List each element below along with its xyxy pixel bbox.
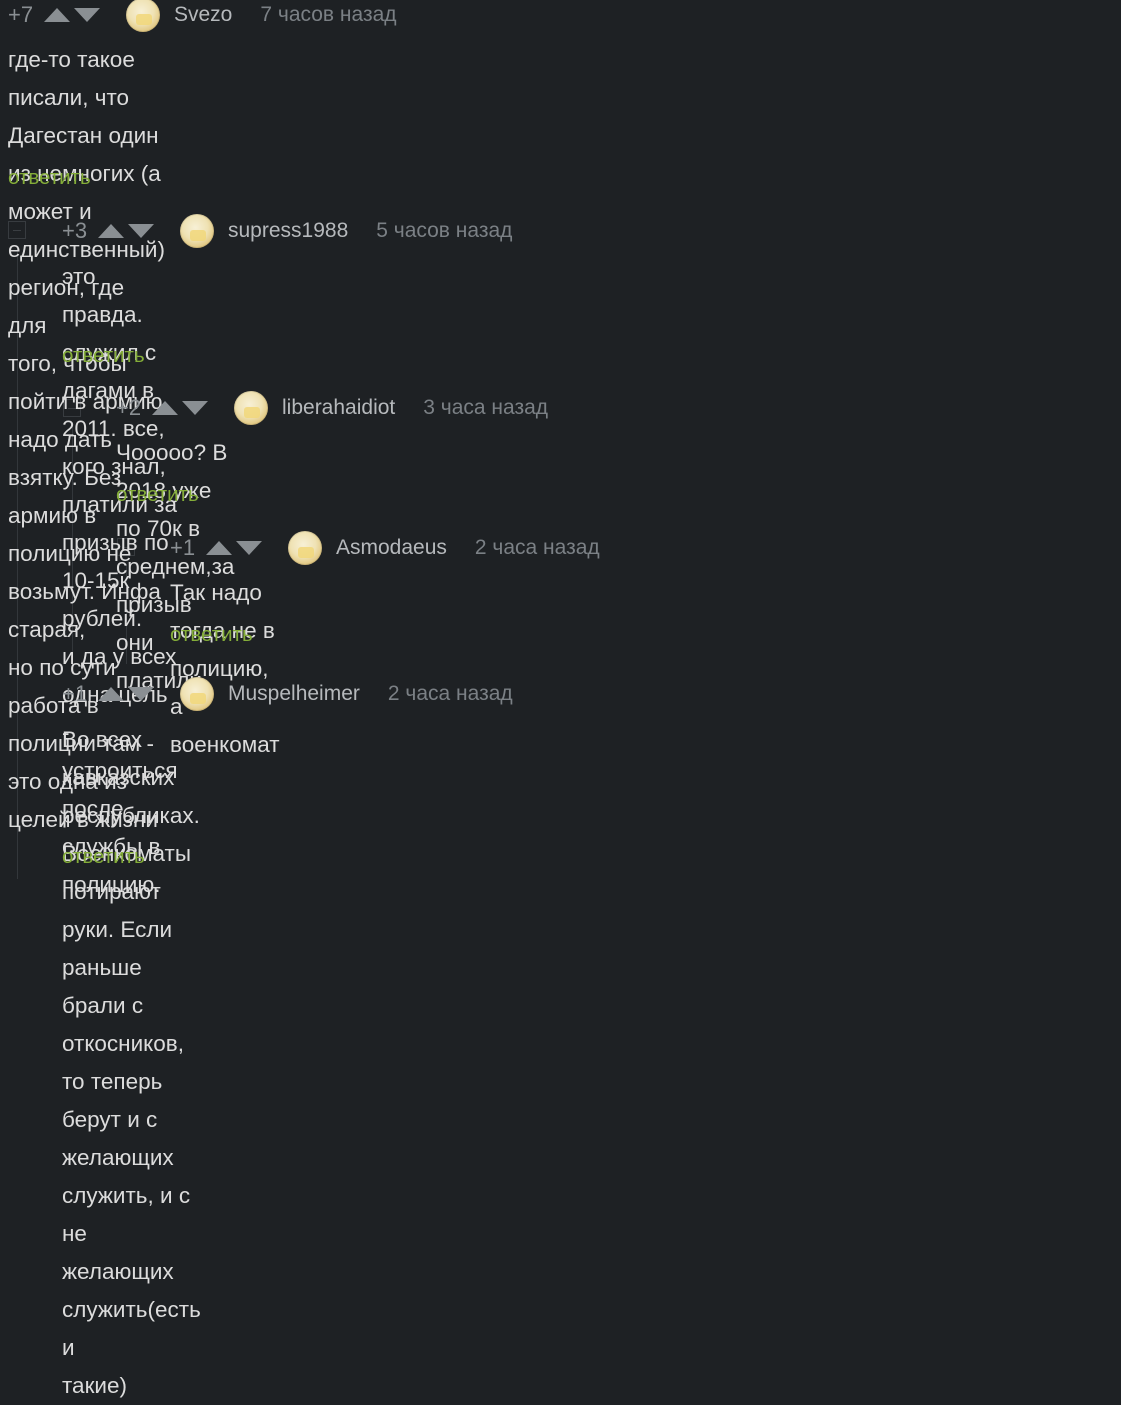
username[interactable]: liberahaidiot xyxy=(282,396,395,420)
triangle-down-icon xyxy=(74,8,100,22)
user-avatar[interactable] xyxy=(180,677,214,711)
upvote-button[interactable] xyxy=(150,398,180,418)
upvote-button[interactable] xyxy=(42,5,72,25)
triangle-down-icon xyxy=(128,224,154,238)
rating: +1 xyxy=(62,681,88,706)
rating: +7 xyxy=(8,2,34,27)
comment-text-line: Во всех кавказских республиках. Военкома… xyxy=(62,727,200,1018)
downvote-button[interactable] xyxy=(126,221,156,241)
reply-link[interactable]: ответить xyxy=(8,166,91,190)
comment-header: +3 supress1988 5 часов назад xyxy=(62,211,512,251)
triangle-up-icon xyxy=(44,8,70,22)
timestamp[interactable]: 2 часа назад xyxy=(388,682,513,706)
triangle-down-icon xyxy=(182,401,208,415)
user-avatar[interactable] xyxy=(288,531,322,565)
timestamp[interactable]: 7 часов назад xyxy=(260,3,396,27)
triangle-down-icon xyxy=(128,687,154,701)
triangle-up-icon xyxy=(152,401,178,415)
user-avatar[interactable] xyxy=(180,214,214,248)
username[interactable]: Svezo xyxy=(174,3,232,27)
rating: +3 xyxy=(62,218,88,243)
username[interactable]: Muspelheimer xyxy=(228,682,360,706)
rating: +1 xyxy=(170,535,196,560)
reply-link[interactable]: ответить xyxy=(116,483,199,507)
triangle-up-icon xyxy=(98,687,124,701)
user-avatar[interactable] xyxy=(126,0,160,32)
triangle-up-icon xyxy=(206,541,232,555)
user-avatar[interactable] xyxy=(234,391,268,425)
username[interactable]: supress1988 xyxy=(228,219,348,243)
triangle-down-icon xyxy=(236,541,262,555)
comment-text-line: такие) xyxy=(62,1373,127,1398)
comment-text: Во всех кавказских республиках. Военкома… xyxy=(62,721,201,1405)
triangle-up-icon xyxy=(98,224,124,238)
comment-header: +2 liberahaidiot 3 часа назад xyxy=(116,388,548,428)
downvote-button[interactable] xyxy=(72,5,102,25)
reply-link[interactable]: ответить xyxy=(62,344,145,368)
rating: +2 xyxy=(116,395,142,420)
downvote-button[interactable] xyxy=(180,398,210,418)
comment-header: +1 Muspelheimer 2 часа назад xyxy=(62,674,513,714)
comment-header: +7 Svezo 7 часов назад xyxy=(8,0,397,35)
timestamp[interactable]: 2 часа назад xyxy=(475,536,600,560)
upvote-button[interactable] xyxy=(204,538,234,558)
downvote-button[interactable] xyxy=(126,684,156,704)
timestamp[interactable]: 5 часов назад xyxy=(376,219,512,243)
username[interactable]: Asmodaeus xyxy=(336,536,447,560)
comment-header: +1 Asmodaeus 2 часа назад xyxy=(170,528,600,568)
comment-text-line: откосников, то теперь берут и с желающих… xyxy=(62,1031,201,1360)
upvote-button[interactable] xyxy=(96,684,126,704)
timestamp[interactable]: 3 часа назад xyxy=(423,396,548,420)
reply-link[interactable]: ответить xyxy=(170,623,253,647)
downvote-button[interactable] xyxy=(234,538,264,558)
reply-link[interactable]: ответить xyxy=(62,845,145,869)
upvote-button[interactable] xyxy=(96,221,126,241)
